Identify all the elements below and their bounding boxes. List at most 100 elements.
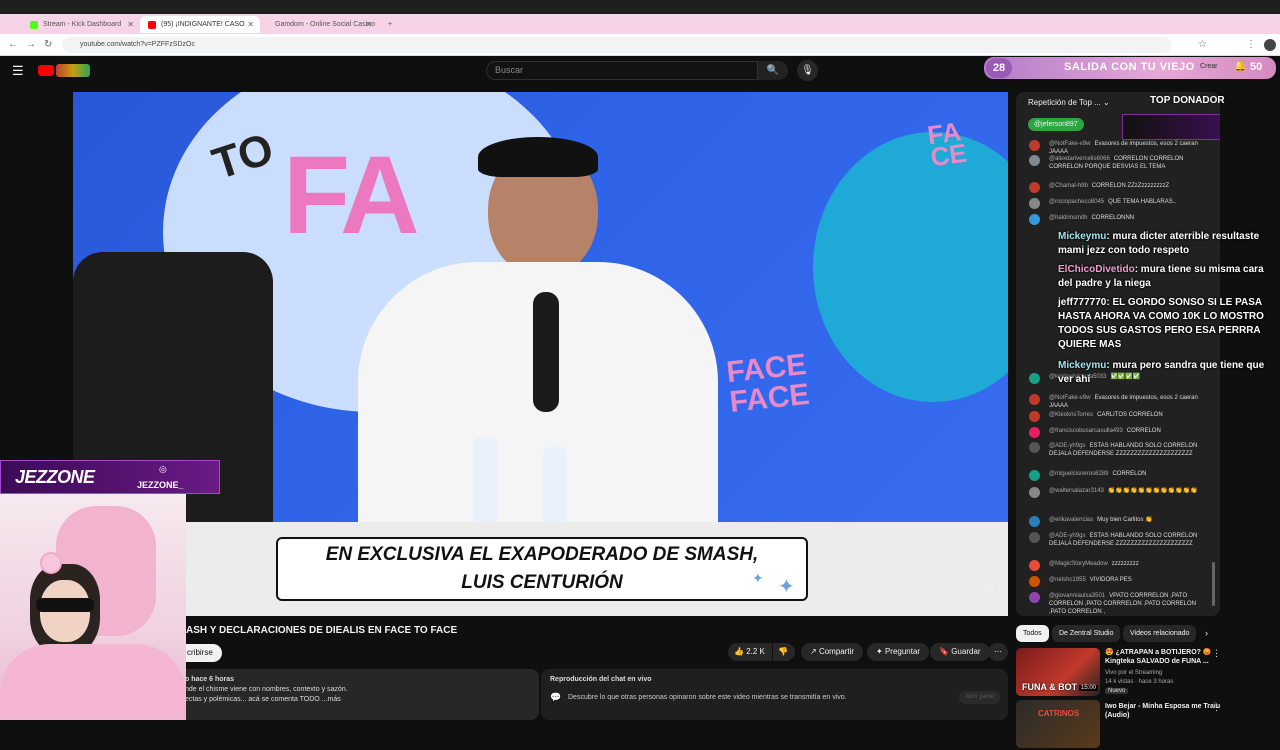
thumbs-down-icon: 👎 bbox=[778, 647, 788, 656]
chat-avatar bbox=[1029, 427, 1040, 438]
chat-author: @NotFake-v9w bbox=[1049, 395, 1091, 401]
new-badge: Nuevo bbox=[1105, 688, 1129, 694]
share-button[interactable]: ↗ Compartir bbox=[801, 643, 864, 661]
chat-avatar bbox=[1029, 470, 1040, 481]
host-hair bbox=[478, 137, 598, 177]
chat-bubble-icon: 💬 bbox=[550, 692, 562, 702]
more-actions-button[interactable]: ⋯ bbox=[988, 643, 1008, 661]
chat-author: @Chamal-h9b bbox=[1049, 183, 1088, 189]
back-icon[interactable]: ← bbox=[8, 39, 18, 50]
menu-dots-icon[interactable]: ⋮ bbox=[1246, 39, 1256, 50]
tab-label: (95) ¡INDIGNANTE! CASO bbox=[161, 21, 245, 28]
ask-button[interactable]: ✦ Preguntar bbox=[867, 643, 930, 661]
microphone bbox=[533, 292, 559, 412]
address-bar-area: ← → ↻ youtube.com/watch?v=PZFFzSDzOc ☆ ⋮ bbox=[0, 34, 1280, 56]
new-tab-button[interactable]: + bbox=[380, 16, 396, 33]
share-label: Compartir bbox=[818, 647, 855, 656]
description-box[interactable]: o hace 6 horas nde el chisme viene con n… bbox=[173, 669, 539, 720]
chat-message-body: @rociopacheco8045 QUE TEMA HABLARAS.. bbox=[1049, 198, 1204, 206]
hamburger-menu-icon[interactable]: ☰ bbox=[12, 63, 24, 79]
chat-replay-card: Reproducción del chat en vivo 💬 Descubre… bbox=[541, 669, 1008, 720]
chat-message: @nelshc1955 VIVIDORA PES bbox=[1029, 576, 1204, 587]
recommendation-item[interactable]: CATRINOS Iwo Bejar - Minha Esposa me Tra… bbox=[1016, 700, 1276, 750]
description-line: nde el chisme viene con nombres, context… bbox=[185, 686, 348, 693]
chat-text: VIVIDORA PES bbox=[1089, 577, 1132, 583]
chip-channel[interactable]: De Zentral Studio bbox=[1052, 625, 1121, 642]
chat-text: CORRELONNN bbox=[1091, 215, 1135, 221]
search-button[interactable]: 🔍 bbox=[758, 61, 788, 80]
browser-tab-kick[interactable]: Stream - Kick Dashboard ✕ bbox=[22, 16, 140, 33]
recommendation-item[interactable]: FUNA & BOT 15:00 😍 ¿ATRAPAN a BOTIJERO? … bbox=[1016, 648, 1276, 698]
close-icon[interactable]: ✕ bbox=[365, 20, 372, 29]
dislike-button[interactable]: 👎 bbox=[773, 643, 795, 661]
chat-avatar bbox=[1029, 532, 1040, 543]
sparkle-ask-icon: ✦ bbox=[876, 647, 883, 656]
chat-author: @ADE-yh9gs bbox=[1049, 443, 1086, 449]
voice-search-button[interactable]: 🎙 bbox=[797, 60, 818, 81]
chat-scrollbar[interactable] bbox=[1212, 562, 1215, 606]
chat-replay-text: Descubre lo que otras personas opinaron … bbox=[568, 694, 847, 701]
save-button[interactable]: 🔖 Guardar bbox=[930, 643, 990, 661]
pinned-user-badge[interactable]: @jeferson897 bbox=[1028, 118, 1084, 131]
chat-message: @erikavalencias Muy bien Carlitos 👏 bbox=[1029, 516, 1204, 527]
chat-text: zzzzzzzzz bbox=[1111, 561, 1139, 567]
goal-text: SALIDA CON TU VIEJO bbox=[1064, 61, 1195, 73]
overlay-chat-message: Mickeymu: mura pero sandra que tiene que… bbox=[1058, 359, 1280, 387]
chat-message: @Chamal-h9b CORRELON ZZzZzzzzzzzzZ bbox=[1029, 182, 1204, 193]
chat-message: @MagicStoryMeadow zzzzzzzzz bbox=[1029, 560, 1204, 571]
recommendation-title: Iwo Bejar - Minha Esposa me Traiu (Audio… bbox=[1105, 703, 1221, 719]
browser-tab-youtube[interactable]: (95) ¡INDIGNANTE! CASO ✕ bbox=[140, 16, 260, 33]
chip-related[interactable]: Videos relacionado bbox=[1123, 625, 1197, 642]
doodle-logo[interactable] bbox=[56, 64, 90, 77]
more-options-icon[interactable]: ⋮ bbox=[1212, 702, 1221, 713]
more-options-icon[interactable]: ⋮ bbox=[1212, 648, 1221, 659]
streamer-hoodie bbox=[0, 644, 186, 720]
browser-tab-gamdom[interactable]: Gamdom - Online Social Casino ✕ bbox=[262, 16, 378, 33]
chat-message: @haldrinsmith CORRELONNN bbox=[1029, 214, 1204, 225]
chat-avatar bbox=[1029, 576, 1040, 587]
open-panel-button[interactable]: Abrir panel bbox=[959, 691, 1001, 704]
like-button[interactable]: 👍 2.2 K bbox=[728, 643, 772, 661]
chat-message: @rociopacheco8045 QUE TEMA HABLARAS.. bbox=[1029, 198, 1204, 209]
chat-message: @ADE-yh9gs ESTAS HABLANDO SOLO CORRELON D… bbox=[1029, 442, 1204, 458]
chat-author: @waltersalazar3143 bbox=[1049, 488, 1104, 494]
chat-message-body: @erikavalencias Muy bien Carlitos 👏 bbox=[1049, 516, 1204, 524]
donor-widget bbox=[1122, 114, 1220, 140]
profile-avatar[interactable] bbox=[1264, 39, 1276, 51]
chevron-right-icon[interactable]: › bbox=[1205, 628, 1208, 638]
duration-badge: 15:00 bbox=[1079, 685, 1099, 691]
mic-icon: 🎙 bbox=[801, 65, 814, 76]
search-input[interactable]: Buscar bbox=[486, 61, 758, 80]
close-icon[interactable]: ✕ bbox=[247, 20, 254, 29]
chat-avatar bbox=[1029, 394, 1040, 405]
overlay-chat-author: Mickeymu bbox=[1058, 231, 1107, 242]
chat-avatar bbox=[1029, 516, 1040, 527]
thumbs-up-icon: 👍 bbox=[734, 647, 744, 656]
chat-message-body: @waltersalazar3143 👏👏👏👏👏👏👏👏👏👏👏👏 bbox=[1049, 487, 1204, 495]
webcam-feed bbox=[0, 494, 186, 720]
chat-avatar bbox=[1029, 140, 1040, 151]
search-placeholder: Buscar bbox=[495, 65, 524, 75]
chat-author: @KleokrisTorres bbox=[1049, 412, 1094, 418]
save-label: Guardar bbox=[951, 647, 981, 656]
chat-text: CORRELON ZZzZzzzzzzzzZ bbox=[1091, 183, 1170, 189]
chat-text: Muy bien Carlitos 👏 bbox=[1097, 517, 1153, 523]
reload-icon[interactable]: ↻ bbox=[44, 39, 52, 50]
thumbnail-text: FUNA & BOT bbox=[1022, 682, 1078, 692]
close-icon[interactable]: ✕ bbox=[127, 20, 134, 29]
video-title: ASH Y DECLARACIONES DE DIEALIS EN FACE T… bbox=[186, 625, 458, 636]
chat-avatar bbox=[1029, 592, 1040, 603]
chip-all[interactable]: Todos bbox=[1016, 625, 1049, 642]
bell-icon[interactable]: 🔔 bbox=[1234, 61, 1246, 72]
chat-author: @nelshc1955 bbox=[1049, 577, 1086, 583]
chat-message: @giovanniaulsa3501 VPATO CORRRELON ,PATO … bbox=[1029, 592, 1204, 616]
create-button[interactable]: Crear bbox=[1200, 63, 1218, 70]
chat-avatar bbox=[1029, 411, 1040, 422]
overlay-chat-message: Mickeymu: mura dicter aterrible resultas… bbox=[1058, 230, 1280, 258]
chat-mode-dropdown[interactable]: Repetición de Top ... ⌄ bbox=[1028, 98, 1110, 107]
chat-message-body: @KleokrisTorres CARLITOS CORRELON bbox=[1049, 411, 1204, 419]
bookmark-star-icon[interactable]: ☆ bbox=[1198, 39, 1207, 50]
youtube-logo-icon[interactable] bbox=[38, 65, 54, 76]
url-field[interactable]: youtube.com/watch?v=PZFFzSDzOc bbox=[62, 37, 1172, 53]
forward-icon[interactable]: → bbox=[26, 39, 36, 50]
